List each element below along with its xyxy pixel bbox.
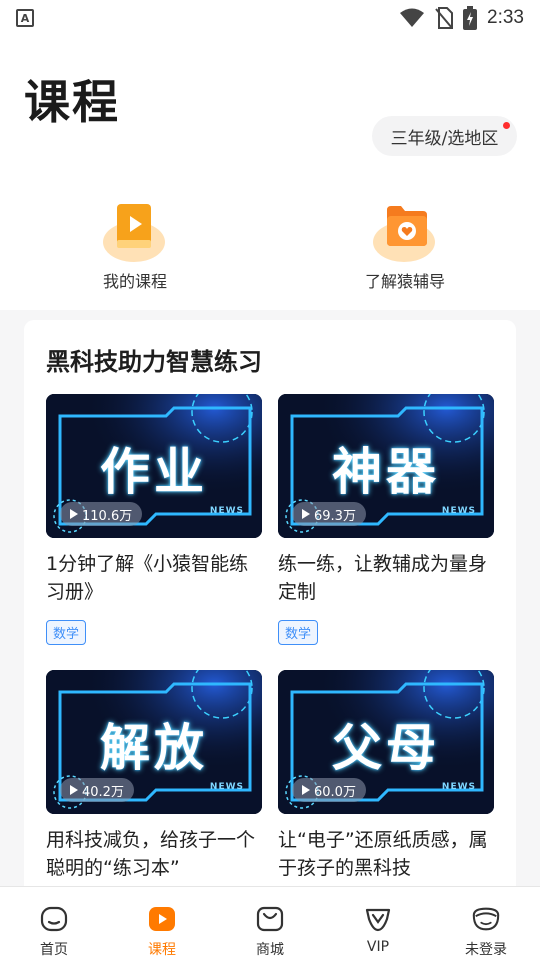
video-title[interactable]: 1分钟了解《小猿智能练习册》 xyxy=(46,550,262,606)
tab-label: 首页 xyxy=(40,942,68,958)
thumbnail-caption: 父母 xyxy=(332,719,440,777)
shortcut-row: 我的课程 了解猿辅导 xyxy=(0,160,540,310)
home-icon xyxy=(40,906,68,932)
thumbnail-caption: 解放 xyxy=(100,719,208,777)
grade-region-selector[interactable]: 三年级/选地区 xyxy=(372,116,517,156)
notification-dot xyxy=(503,122,510,129)
battery-charging-icon xyxy=(463,6,478,30)
my-courses-label: 我的课程 xyxy=(102,272,167,291)
tab-courses[interactable]: 课程 xyxy=(108,887,216,960)
play-icon xyxy=(70,509,78,519)
tab-profile[interactable]: 未登录 xyxy=(432,887,540,960)
video-title[interactable]: 用科技减负，给孩子一个聪明的“练习本” xyxy=(46,826,262,882)
tab-label: VIP xyxy=(366,939,390,955)
view-count: 60.0万 xyxy=(292,778,366,802)
bottom-tab-bar: 首页 课程 商城 VIP 未登录 xyxy=(0,886,540,960)
about-yuanfudao-shortcut[interactable]: 了解猿辅导 xyxy=(330,200,480,292)
clock: 2:33 xyxy=(487,7,524,28)
thumbnail-caption: 作业 xyxy=(100,443,208,501)
tab-home[interactable]: 首页 xyxy=(0,887,108,960)
subject-tag: 数学 xyxy=(278,620,319,645)
video-thumbnail[interactable]: 作业 110.6万 NEWS xyxy=(46,394,262,538)
app-notification-icon: A xyxy=(16,9,34,27)
tab-vip[interactable]: VIP xyxy=(324,887,432,960)
video-card[interactable]: 作业 110.6万 NEWS 1分钟了解《小猿智能练习册》 数学 xyxy=(46,394,262,645)
view-count: 69.3万 xyxy=(292,502,366,526)
video-thumbnail[interactable]: 神器 69.3万 NEWS xyxy=(278,394,494,538)
video-card[interactable]: 父母 60.0万 NEWS 让“电子”还原纸质感，属于孩子的黑科技 xyxy=(278,670,494,882)
video-thumbnail[interactable]: 父母 60.0万 NEWS xyxy=(278,670,494,814)
featured-section: 黑科技助力智慧练习 作业 110.6万 NEWS 1分钟了解《小猿智能练习册》 … xyxy=(24,320,516,900)
shop-bag-icon xyxy=(256,906,284,932)
vip-icon xyxy=(365,908,391,932)
video-title[interactable]: 练一练，让教辅成为量身定制 xyxy=(278,550,494,606)
tab-label: 课程 xyxy=(148,942,176,958)
tab-label: 商城 xyxy=(256,942,284,958)
news-badge: NEWS xyxy=(441,782,476,792)
video-thumbnail[interactable]: 解放 40.2万 NEWS xyxy=(46,670,262,814)
folder-heart-icon xyxy=(387,206,427,246)
news-badge: NEWS xyxy=(209,782,244,792)
page-title: 课程 xyxy=(24,75,120,129)
play-icon xyxy=(302,785,310,795)
view-count: 110.6万 xyxy=(60,502,143,526)
no-sim-icon xyxy=(435,7,454,29)
wifi-icon xyxy=(400,8,425,27)
profile-face-icon xyxy=(472,907,500,931)
course-book-icon xyxy=(117,204,151,248)
play-icon xyxy=(302,509,310,519)
video-card[interactable]: 神器 69.3万 NEWS 练一练，让教辅成为量身定制 数学 xyxy=(278,394,494,645)
tab-shop[interactable]: 商城 xyxy=(216,887,324,960)
video-card[interactable]: 解放 40.2万 NEWS 用科技减负，给孩子一个聪明的“练习本” xyxy=(46,670,262,882)
play-icon xyxy=(149,907,175,931)
news-badge: NEWS xyxy=(441,506,476,516)
tab-label: 未登录 xyxy=(465,942,507,958)
video-title[interactable]: 让“电子”还原纸质感，属于孩子的黑科技 xyxy=(278,826,494,882)
status-bar: A 2:33 xyxy=(0,0,540,36)
thumbnail-caption: 神器 xyxy=(332,443,440,501)
subject-tag: 数学 xyxy=(46,620,87,645)
news-badge: NEWS xyxy=(209,506,244,516)
about-yuanfudao-label: 了解猿辅导 xyxy=(364,272,445,291)
play-icon xyxy=(70,785,78,795)
view-count: 40.2万 xyxy=(60,778,134,802)
my-courses-shortcut[interactable]: 我的课程 xyxy=(60,200,210,292)
section-title: 黑科技助力智慧练习 xyxy=(46,348,262,376)
